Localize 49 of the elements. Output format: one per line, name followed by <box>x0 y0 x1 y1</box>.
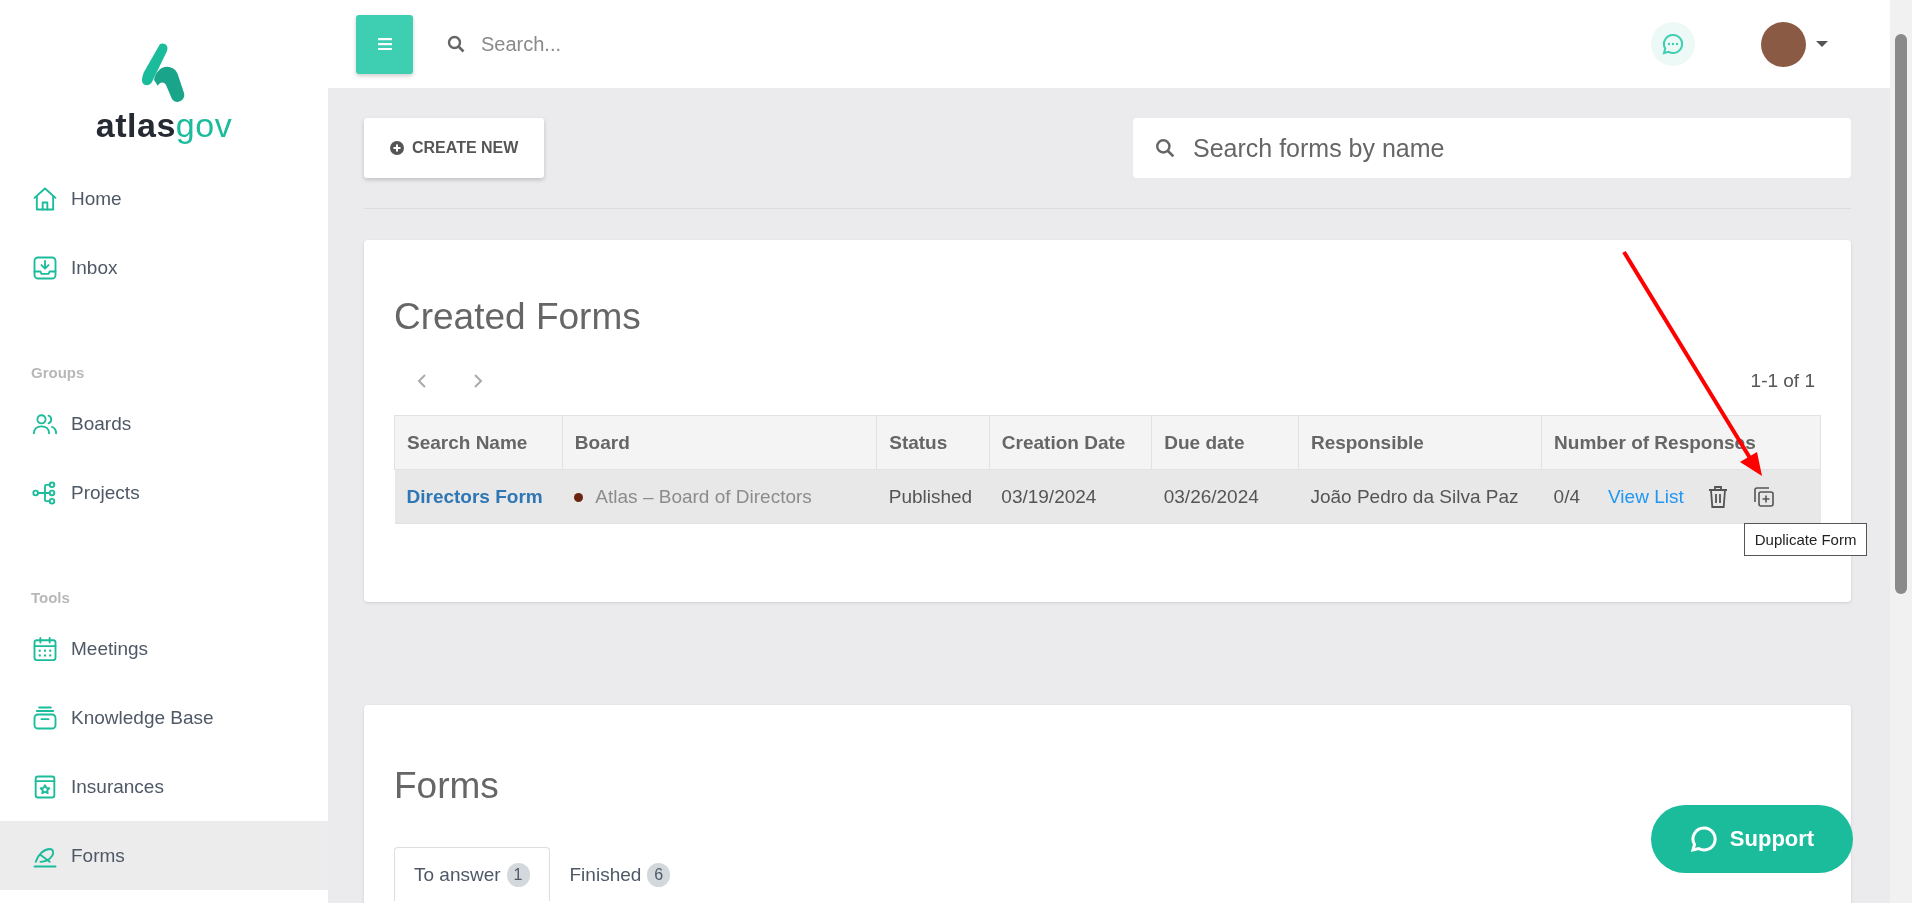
sidebar-item[interactable]: Meetings <box>0 614 328 683</box>
sidebar-item[interactable]: Forms <box>0 821 328 890</box>
table-cell: 03/26/2024 <box>1151 469 1299 524</box>
column-header: Responsible <box>1298 415 1542 470</box>
caret-icon[interactable] <box>1816 40 1828 48</box>
chat-bubble-icon <box>1689 825 1718 853</box>
menu-icon <box>377 38 392 50</box>
sidebar-item[interactable]: Insurances <box>0 752 328 821</box>
chat-bubble-icon <box>1662 33 1684 55</box>
tab[interactable]: To answer 1 <box>394 847 550 901</box>
search-icon <box>447 35 465 53</box>
create-new-button[interactable]: CREATE NEW <box>364 118 545 178</box>
table-cell: 03/19/2024 <box>989 469 1152 524</box>
sidebar-item[interactable]: Projects <box>0 458 328 527</box>
sidebar-section-label: Groups <box>30 363 86 383</box>
plus-circle-icon <box>390 141 404 155</box>
column-header: Status <box>876 415 990 470</box>
count-badge: 6 <box>647 862 671 887</box>
chat-button[interactable] <box>1651 22 1695 66</box>
scroll-thumb[interactable] <box>1895 34 1907 594</box>
table-cell: João Pedro da Silva Paz <box>1298 469 1542 524</box>
chevron-right-icon <box>473 373 483 389</box>
section-title: Created Forms <box>394 296 642 338</box>
response-count: 0/4 <box>1553 485 1580 508</box>
column-header: Search Name <box>394 415 563 470</box>
column-header: Board <box>562 415 877 470</box>
menu-button[interactable] <box>356 14 413 74</box>
table-cell: Published <box>876 469 990 524</box>
count-badge: 1 <box>506 862 530 887</box>
sidebar-item[interactable]: Home <box>0 164 328 233</box>
sidebar-item[interactable]: Boards <box>0 389 328 458</box>
table-cell: Atlas – Board of Directors <box>595 486 812 509</box>
tab[interactable]: Finished 6 <box>549 847 691 901</box>
avatar[interactable] <box>1761 21 1806 67</box>
column-header: Creation Date <box>989 415 1152 470</box>
column-header: Due date <box>1151 415 1299 470</box>
tooltip: Duplicate Form <box>1743 522 1868 556</box>
forms-search-field[interactable]: Search forms by name <box>1133 118 1851 178</box>
pagination-count: 1-1 of 1 <box>1750 370 1815 392</box>
scrollbar[interactable] <box>1890 0 1912 903</box>
section-title: Forms <box>394 765 500 807</box>
trash-icon <box>1706 484 1729 509</box>
calendar-icon <box>31 634 59 663</box>
sidebar-section-label: Tools <box>30 588 71 608</box>
duplicate-icon <box>1751 484 1776 509</box>
brand-logo-text: atlasgov <box>95 106 233 145</box>
sidebar-item[interactable]: Inbox <box>0 233 328 302</box>
sidebar-item[interactable]: Knowledge Base <box>0 683 328 752</box>
chevron-left-icon <box>417 373 427 389</box>
